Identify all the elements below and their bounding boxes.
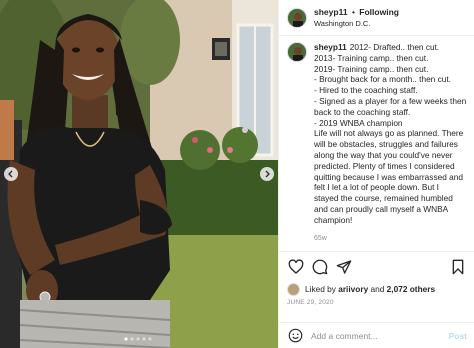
caption-line: felt I let a lot of people down. But I xyxy=(314,182,439,193)
caption-avatar-image xyxy=(288,43,306,61)
caption-line: quitting because I was embarrassed and xyxy=(314,171,463,182)
comment-button[interactable] xyxy=(311,258,329,276)
post-comment-button[interactable]: Post xyxy=(449,331,467,341)
caption-timestamp[interactable]: 65w xyxy=(314,234,466,245)
caption-line: back to the coaching staff. xyxy=(314,106,411,117)
caption-body: sheyp11 2012- Drafted.. then cut. 2013- T… xyxy=(314,42,466,244)
caption-avatar[interactable] xyxy=(287,42,307,62)
chevron-right-icon xyxy=(265,170,270,178)
carousel-prev-button[interactable] xyxy=(4,167,18,181)
caption-line: - Signed as a player for a few weeks the… xyxy=(314,95,467,106)
header-separator: • xyxy=(351,6,355,17)
caption-line: stayed the course, remained humbled xyxy=(314,193,453,204)
post-header: sheyp11 • Following Washington D.C. xyxy=(279,0,474,36)
save-button[interactable] xyxy=(449,258,467,276)
avatar[interactable] xyxy=(287,7,307,28)
caption-line: - Brought back for a month.. then cut. xyxy=(314,74,451,85)
emoji-button[interactable] xyxy=(287,328,303,344)
caption-line: sheyp11 2012- Drafted.. then cut. xyxy=(314,42,466,53)
caption-line: - 2019 WNBA champion xyxy=(314,117,403,128)
caption-line: 2019- Training camp.. then cut. xyxy=(314,63,429,74)
chevron-left-icon xyxy=(8,170,13,178)
following-button[interactable]: Following xyxy=(359,7,399,17)
carousel-next-button[interactable] xyxy=(260,167,274,181)
emoji-icon xyxy=(288,328,302,343)
caption: sheyp11 2012- Drafted.. then cut. 2013- T… xyxy=(279,36,474,244)
post-actions-section: Liked by ariivory and 2,072 others JUNE … xyxy=(279,251,474,306)
caption-line: - Hired to the coaching staff. xyxy=(314,85,418,96)
share-icon xyxy=(336,260,352,274)
comment-icon xyxy=(312,259,328,275)
like-button[interactable] xyxy=(287,258,305,276)
caption-line: along the way that you could've never xyxy=(314,149,453,160)
caption-line: Life will not always go as planned. Ther… xyxy=(314,128,464,139)
post-date[interactable]: JUNE 29, 2020 xyxy=(279,296,474,306)
likes-count[interactable]: 2,072 others xyxy=(387,284,435,294)
liker-username[interactable]: ariivory xyxy=(338,284,368,294)
likes-connector: and xyxy=(370,284,385,294)
caption-line: champion! xyxy=(314,214,353,225)
comment-input[interactable] xyxy=(311,330,449,341)
location-link[interactable]: Washington D.C. xyxy=(314,18,399,29)
caption-line: and can proudly call myself a WNBA xyxy=(314,203,449,214)
post-photo[interactable] xyxy=(0,0,278,348)
action-bar xyxy=(279,252,474,282)
avatar-image xyxy=(288,8,306,27)
likes-summary: Liked by ariivory and 2,072 others xyxy=(279,282,474,296)
caption-line: predicted. Plenty of times I considered xyxy=(314,160,455,171)
header-text: sheyp11 • Following Washington D.C. xyxy=(314,7,399,29)
caption-text: 2012- Drafted.. then cut. xyxy=(349,42,440,52)
liker-avatar[interactable] xyxy=(287,282,300,296)
instagram-post: sheyp11 • Following Washington D.C. shey… xyxy=(0,0,474,348)
share-button[interactable] xyxy=(335,258,353,276)
comment-composer: Post xyxy=(279,322,474,348)
post-image xyxy=(0,0,278,348)
caption-username[interactable]: sheyp11 xyxy=(314,42,347,52)
post-side-panel: sheyp11 • Following Washington D.C. shey… xyxy=(278,0,474,348)
caption-line: will be obstacles, struggles and failure… xyxy=(314,139,458,150)
heart-icon xyxy=(288,259,304,274)
likes-prefix: Liked by xyxy=(305,284,336,294)
header-username[interactable]: sheyp11 xyxy=(314,7,348,17)
bookmark-icon xyxy=(452,259,464,275)
caption-line: 2013- Training camp.. then cut. xyxy=(314,52,429,63)
